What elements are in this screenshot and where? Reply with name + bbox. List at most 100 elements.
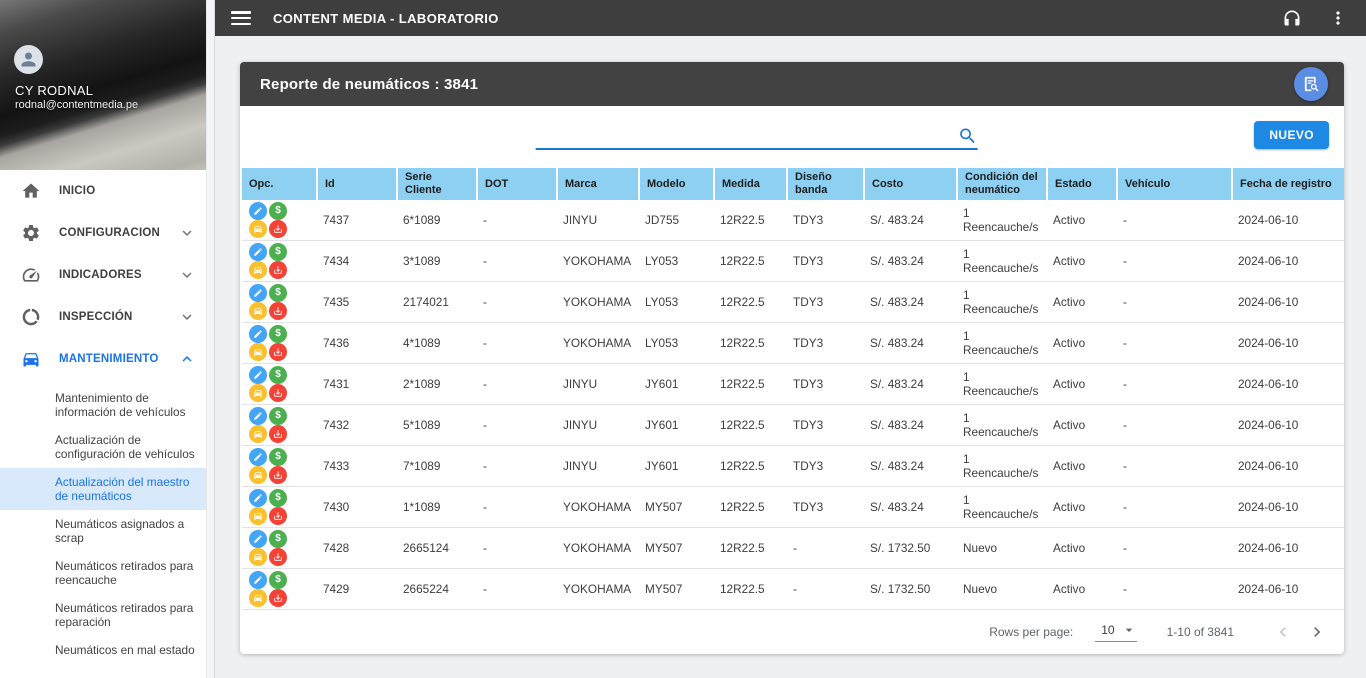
submenu-item-neumaticos-scrap[interactable]: Neumáticos asignados a scrap: [0, 510, 214, 552]
download-icon: [273, 306, 283, 316]
search-icon[interactable]: [958, 126, 978, 146]
cost-button[interactable]: $: [269, 284, 287, 302]
edit-button[interactable]: [249, 489, 267, 507]
download-button[interactable]: [269, 507, 287, 525]
download-icon: [273, 593, 283, 603]
download-button[interactable]: [269, 302, 287, 320]
cell-estado: Activo: [1046, 405, 1116, 446]
assign-vehicle-button[interactable]: [249, 466, 267, 484]
cell-modelo: JD755: [638, 200, 713, 241]
assign-vehicle-button[interactable]: [249, 261, 267, 279]
cell-marca: JINYU: [556, 446, 638, 487]
cell-modelo: JY601: [638, 405, 713, 446]
download-button[interactable]: [269, 261, 287, 279]
new-button[interactable]: NUEVO: [1254, 121, 1329, 149]
sidebar-item-configuracion[interactable]: CONFIGURACION: [0, 212, 214, 254]
assign-vehicle-button[interactable]: [249, 220, 267, 238]
search-input[interactable]: [536, 122, 958, 146]
cell-vehiculo: -: [1116, 200, 1231, 241]
cell-vehiculo: -: [1116, 569, 1231, 610]
edit-button[interactable]: [249, 243, 267, 261]
edit-button[interactable]: [249, 284, 267, 302]
edit-button[interactable]: [249, 530, 267, 548]
cost-button[interactable]: $: [269, 448, 287, 466]
cell-modelo: JY601: [638, 446, 713, 487]
cell-marca: YOKOHAMA: [556, 528, 638, 569]
dollar-icon: $: [275, 493, 281, 503]
assign-vehicle-button[interactable]: [249, 343, 267, 361]
sidebar-item-inicio[interactable]: INICIO: [0, 170, 214, 212]
cost-button[interactable]: $: [269, 530, 287, 548]
cell-condicion: 1 Reencauche/s: [956, 446, 1046, 487]
download-button[interactable]: [269, 384, 287, 402]
edit-button[interactable]: [249, 407, 267, 425]
cell-costo: S/. 1732.50: [863, 569, 956, 610]
chevron-up-icon: [178, 350, 196, 368]
sidebar-item-label: INSPECCIÓN: [59, 311, 178, 323]
assign-vehicle-button[interactable]: [249, 425, 267, 443]
app-window: CY RODNAL rodnal@contentmedia.pe INICIO …: [0, 0, 1366, 678]
cell-actions: $: [242, 200, 316, 241]
cost-button[interactable]: $: [269, 489, 287, 507]
download-button[interactable]: [269, 220, 287, 238]
rows-per-page-select[interactable]: 10: [1095, 622, 1136, 642]
edit-button[interactable]: [249, 366, 267, 384]
cell-id: 7433: [316, 446, 396, 487]
cell-marca: YOKOHAMA: [556, 487, 638, 528]
assign-vehicle-button[interactable]: [249, 507, 267, 525]
report-search-button[interactable]: [1294, 67, 1328, 101]
next-page-button[interactable]: [1304, 619, 1330, 645]
cost-button[interactable]: $: [269, 243, 287, 261]
sidebar-item-indicadores[interactable]: INDICADORES: [0, 254, 214, 296]
edit-button[interactable]: [249, 325, 267, 343]
submenu-item-mantenimiento-vehiculos[interactable]: Mantenimiento de información de vehículo…: [0, 384, 214, 426]
chevron-down-icon: [178, 224, 196, 242]
download-button[interactable]: [269, 466, 287, 484]
table-header-row: Opc. Id Serie Cliente DOT Marca Modelo M…: [242, 168, 1344, 200]
assign-vehicle-button[interactable]: [249, 548, 267, 566]
download-button[interactable]: [269, 425, 287, 443]
submenu-item-neumaticos-reencauche[interactable]: Neumáticos retirados para reencauche: [0, 552, 214, 594]
sidebar-item-mantenimiento[interactable]: MANTENIMIENTO: [0, 338, 214, 380]
kebab-menu-icon[interactable]: [1328, 8, 1348, 28]
sidebar-menu: INICIO CONFIGURACION INDICADORES INSPECC…: [0, 170, 214, 678]
menu-icon[interactable]: [231, 11, 251, 25]
column-header-estado: Estado: [1046, 168, 1116, 200]
cell-dot: -: [476, 569, 556, 610]
chevron-left-icon: [1273, 622, 1293, 642]
cost-button[interactable]: $: [269, 366, 287, 384]
home-icon: [20, 180, 42, 202]
edit-button[interactable]: [249, 571, 267, 589]
column-header-diseno-banda: Diseño banda: [786, 168, 863, 200]
submenu-item-neumaticos-reparacion[interactable]: Neumáticos retirados para reparación: [0, 594, 214, 636]
submenu-item-actualizacion-configuracion[interactable]: Actualización de configuración de vehícu…: [0, 426, 214, 468]
cell-vehiculo: -: [1116, 487, 1231, 528]
cost-button[interactable]: $: [269, 202, 287, 220]
dropdown-arrow-icon: [1121, 622, 1137, 638]
download-button[interactable]: [269, 343, 287, 361]
cell-vehiculo: -: [1116, 446, 1231, 487]
car-icon: [253, 388, 263, 398]
column-header-vehiculo: Vehículo: [1116, 168, 1231, 200]
sidebar-item-inspeccion[interactable]: INSPECCIÓN: [0, 296, 214, 338]
cell-fecha-registro: 2024-06-10: [1231, 528, 1344, 569]
cell-medida: 12R22.5: [713, 528, 786, 569]
cost-button[interactable]: $: [269, 407, 287, 425]
headset-icon[interactable]: [1282, 8, 1302, 28]
submenu-item-neumaticos-mal-estado[interactable]: Neumáticos en mal estado: [0, 636, 214, 664]
download-button[interactable]: [269, 589, 287, 607]
download-button[interactable]: [269, 548, 287, 566]
cell-fecha-registro: 2024-06-10: [1231, 487, 1344, 528]
submenu-item-actualizacion-maestro-neumaticos[interactable]: Actualización del maestro de neumáticos: [0, 468, 214, 510]
assign-vehicle-button[interactable]: [249, 589, 267, 607]
column-header-serie-cliente: Serie Cliente: [396, 168, 476, 200]
edit-button[interactable]: [249, 202, 267, 220]
assign-vehicle-button[interactable]: [249, 384, 267, 402]
assign-vehicle-button[interactable]: [249, 302, 267, 320]
cost-button[interactable]: $: [269, 571, 287, 589]
cell-actions: $: [242, 446, 316, 487]
topbar: CONTENT MEDIA - LABORATORIO: [215, 0, 1366, 36]
edit-button[interactable]: [249, 448, 267, 466]
prev-page-button[interactable]: [1270, 619, 1296, 645]
cost-button[interactable]: $: [269, 325, 287, 343]
